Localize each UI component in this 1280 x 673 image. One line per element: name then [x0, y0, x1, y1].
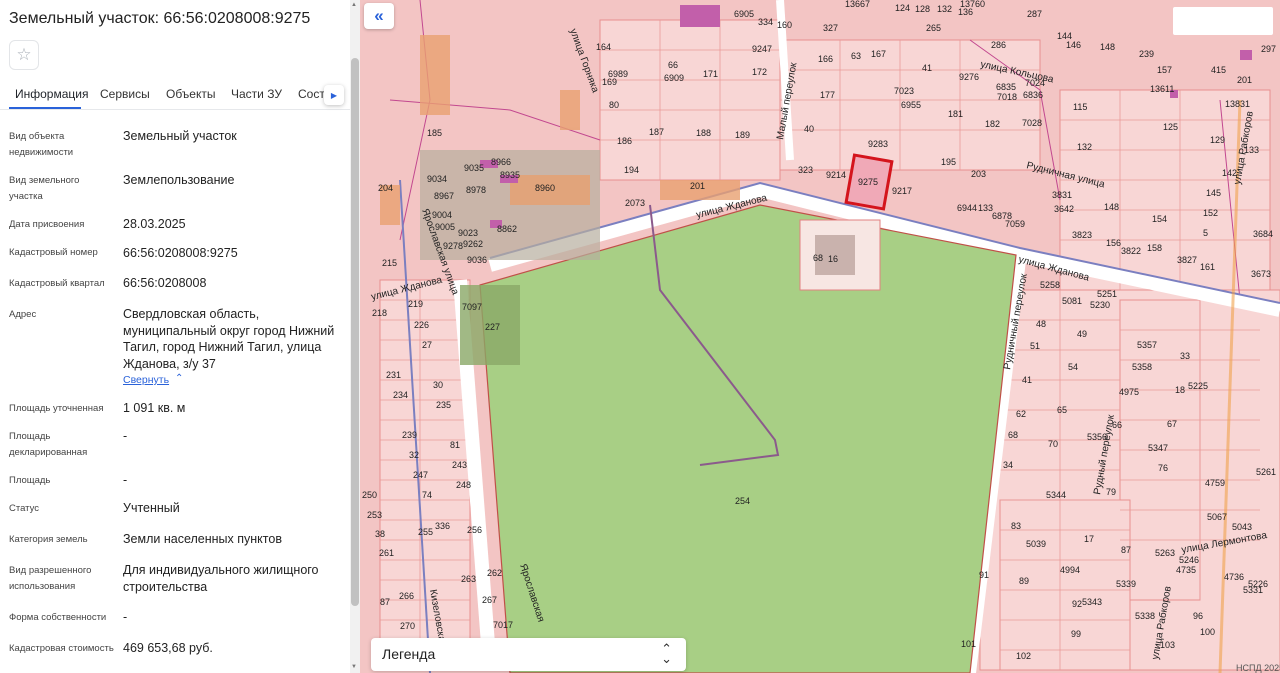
chevron-right-icon: ▶: [330, 90, 338, 100]
green-parcel-227-shape: [460, 285, 520, 365]
collapse-panel-button[interactable]: «: [364, 3, 394, 29]
property-label: Вид объекта недвижимости: [9, 131, 74, 158]
status-value: Учтенный: [123, 501, 180, 515]
property-label: Площадь декларированная: [9, 431, 88, 458]
map-canvas[interactable]: [360, 0, 1280, 673]
active-tab-indicator: [9, 107, 81, 109]
property-label: Категория земель: [9, 534, 88, 545]
property-label: Форма собственности: [9, 612, 107, 623]
tab-information[interactable]: Информация: [15, 87, 88, 101]
property-value: Для индивидуального жилищного строительс…: [123, 563, 319, 594]
star-icon: ☆: [16, 45, 32, 64]
chevron-up-icon[interactable]: ⌃: [175, 373, 183, 384]
property-value: 1 091 кв. м: [123, 401, 186, 415]
property-label: Вид земельного участка: [9, 175, 80, 202]
property-label: Кадастровый номер: [9, 247, 98, 258]
panel-scrollbar-thumb[interactable]: [351, 58, 359, 606]
map-copyright: НСПД 2025: [1236, 663, 1280, 673]
property-value: -: [123, 610, 128, 624]
property-label: Площадь: [9, 475, 51, 486]
favorite-button[interactable]: ☆: [9, 40, 39, 70]
double-chevron-left-icon: «: [374, 6, 384, 25]
cadastral-map[interactable]: 254 68 16 9214 323 9283 9217 195 203 694…: [360, 0, 1280, 673]
property-value: -: [123, 473, 128, 487]
property-label: Площадь уточненная: [9, 403, 104, 414]
tab-bar: Информация Сервисы Объекты Части ЗУ Сост…: [0, 78, 350, 110]
page-title: Земельный участок: 66:56:0208008:9275: [9, 10, 311, 27]
address-value: Свердловская область, муниципальный окру…: [123, 307, 335, 371]
property-value: -: [123, 429, 128, 443]
tab-parts[interactable]: Части ЗУ: [231, 87, 282, 101]
property-value: Землепользование: [123, 173, 235, 187]
map-top-control[interactable]: [1173, 7, 1273, 35]
selected-parcel-highlight: [844, 153, 894, 211]
property-label: Вид разрешенного использования: [9, 565, 92, 592]
property-label: Статус: [9, 503, 40, 514]
legend-label: Легенда: [382, 646, 436, 662]
legend-dropdown[interactable]: Легенда ⌃ ⌄: [371, 638, 686, 671]
property-label: Кадастровый квартал: [9, 278, 105, 289]
building-16-shape: [815, 235, 855, 275]
parcel-254-shape: [479, 204, 1017, 673]
scroll-down-icon[interactable]: ▼: [351, 664, 357, 670]
info-panel: Земельный участок: 66:56:0208008:9275 ☆ …: [0, 0, 350, 673]
property-value: Земли населенных пунктов: [123, 532, 282, 546]
property-value: 28.03.2025: [123, 217, 186, 231]
cadastral-number-value: 66:56:0208008:9275: [123, 246, 238, 260]
property-label: Дата присвоения: [9, 219, 85, 230]
property-label: Кадастровая стоимость: [9, 643, 114, 654]
chevron-up-down-icon: ⌃ ⌄: [661, 641, 672, 666]
scroll-up-icon[interactable]: ▲: [351, 2, 357, 8]
cadastral-value: 469 653,68 руб.: [123, 641, 213, 655]
tab-services[interactable]: Сервисы: [100, 87, 150, 101]
tabs-scroll-right-button[interactable]: ▶: [324, 85, 344, 105]
tab-objects[interactable]: Объекты: [166, 87, 216, 101]
collapse-link[interactable]: Свернуть: [123, 374, 169, 386]
property-value: 66:56:0208008: [123, 276, 207, 290]
property-value: Земельный участок: [123, 129, 237, 143]
property-label: Адрес: [9, 309, 37, 320]
